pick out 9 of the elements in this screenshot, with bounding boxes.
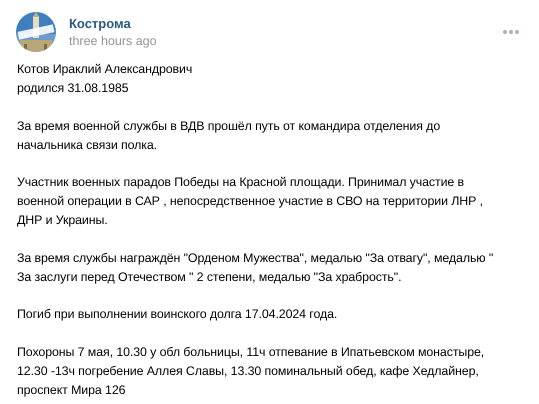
post-paragraph: За время военной службы в ВДВ прошёл путь от командира отделения до начальника связи полка. <box>17 118 442 154</box>
post-paragraph: Участник военных парадов Победы на Красной площади. Принимал участие в военной операции в САР , непосредственное участие в СВО на территории ЛНР , ДНР и Украины. <box>17 174 484 229</box>
more-icon <box>503 30 519 34</box>
post-paragraph: За время службы награждён "Орденом Мужества", медалью "За отвагу", медалью " За заслуги перед Отечеством " 2 степени, медалью "За храбрость". <box>17 250 494 286</box>
author-link[interactable]: Кострома <box>69 16 486 31</box>
post-paragraph: Котов Ираклий Александрович родился 31.08.1985 <box>17 61 194 97</box>
post-paragraph: Похороны 7 мая, 10.30 у обл больницы, 11ч отпевание в Ипатьевском монастыре, 12.30 -13ч погребение Аллея Славы, 13.30 поминальный обед, кафе Хедлайнер, проспект Мира 126 <box>17 344 486 399</box>
post-time: three hours ago <box>69 34 158 48</box>
post-paragraph: Погиб при выполнении воинского долга 17.04.2024 года. <box>17 306 338 323</box>
